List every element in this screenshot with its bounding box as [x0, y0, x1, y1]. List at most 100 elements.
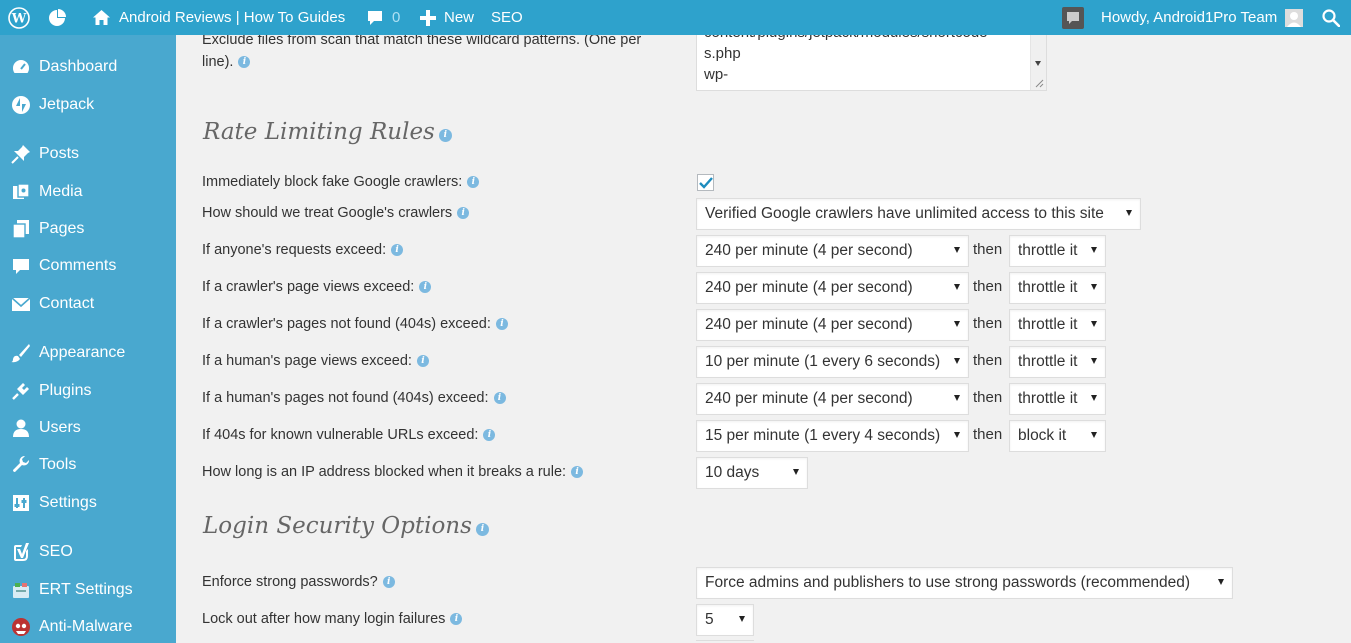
anyone-requests-action-select[interactable]: throttle it	[1009, 235, 1106, 267]
sidebar-item-dashboard[interactable]: Dashboard	[0, 48, 176, 85]
stats-icon[interactable]	[47, 0, 67, 35]
notifications-icon[interactable]	[1062, 0, 1084, 35]
sidebar-item-media[interactable]: Media	[0, 173, 176, 210]
block-fake-google-checkbox[interactable]	[697, 174, 714, 191]
comments-link[interactable]: 0	[366, 0, 400, 35]
then-label: then	[973, 315, 1003, 332]
sidebar-item-settings[interactable]: Settings	[0, 484, 176, 521]
label-text: How should we treat Google's crawlers	[202, 205, 453, 221]
lockout-failures-select[interactable]: 5	[696, 604, 754, 636]
info-icon[interactable]: i	[495, 318, 508, 330]
main-content: Exclude files from scan that match these…	[176, 35, 1351, 643]
info-icon[interactable]: i	[467, 176, 480, 188]
info-icon[interactable]: i	[450, 613, 463, 625]
ert-icon	[10, 579, 32, 601]
avatar	[1285, 8, 1304, 27]
chevron-down-icon	[739, 616, 745, 622]
sidebar-item-seo[interactable]: SEO	[0, 533, 176, 570]
anyone-requests-label: If anyone's requests exceed: i	[202, 242, 404, 258]
crawler-404s-action-select[interactable]: throttle it	[1009, 309, 1106, 341]
info-icon[interactable]: i	[571, 466, 584, 478]
info-icon[interactable]: i	[493, 392, 506, 404]
sidebar-item-label: SEO	[39, 542, 73, 560]
site-name-link[interactable]: Android Reviews | How To Guides	[92, 0, 345, 35]
info-icon[interactable]: i	[391, 244, 404, 256]
scroll-down-arrow-icon[interactable]	[1035, 61, 1041, 66]
sidebar-item-label: Settings	[39, 493, 97, 511]
rate-limiting-section-title: Rate Limiting Rules i	[203, 119, 452, 145]
select-value: 10 days	[705, 464, 760, 481]
sidebar-item-pages[interactable]: Pages	[0, 210, 176, 247]
sidebar-item-label: Comments	[39, 256, 117, 274]
brush-icon	[10, 342, 32, 364]
crawler-pageviews-select[interactable]: 240 per minute (4 per second)	[696, 272, 969, 304]
crawler-404s-select[interactable]: 240 per minute (4 per second)	[696, 309, 969, 341]
crawler-pageviews-action-select[interactable]: throttle it	[1009, 272, 1106, 304]
label-text: How long is an IP address blocked when i…	[202, 464, 567, 480]
sidebar-item-tools[interactable]: Tools	[0, 446, 176, 483]
human-404s-action-select[interactable]: throttle it	[1009, 383, 1106, 415]
label-text: If a human's page views exceed:	[202, 353, 412, 369]
resize-handle-icon[interactable]	[1034, 78, 1044, 88]
select-value: Force admins and publishers to use stron…	[705, 574, 1191, 591]
admin-sidebar: Dashboard Jetpack Posts Media Pages Comm…	[0, 35, 176, 643]
sidebar-item-comments[interactable]: Comments	[0, 247, 176, 284]
info-icon[interactable]: i	[238, 56, 251, 68]
sidebar-item-label: Pages	[39, 219, 85, 237]
vulnerable-urls-action-select[interactable]: block it	[1009, 420, 1106, 452]
select-value: block it	[1018, 427, 1067, 444]
chevron-down-icon	[954, 284, 960, 290]
strong-passwords-select[interactable]: Force admins and publishers to use stron…	[696, 567, 1233, 599]
select-value: 240 per minute (4 per second)	[705, 316, 913, 333]
chevron-down-icon	[1091, 395, 1097, 401]
sidebar-item-contact[interactable]: Contact	[0, 285, 176, 322]
block-duration-label: How long is an IP address blocked when i…	[202, 464, 584, 480]
info-icon[interactable]: i	[475, 522, 489, 536]
then-label: then	[973, 426, 1003, 443]
google-crawlers-select[interactable]: Verified Google crawlers have unlimited …	[696, 198, 1141, 230]
select-value: 240 per minute (4 per second)	[705, 390, 913, 407]
anyone-requests-select[interactable]: 240 per minute (4 per second)	[696, 235, 969, 267]
human-pageviews-action-select[interactable]: throttle it	[1009, 346, 1106, 378]
info-icon[interactable]: i	[483, 429, 496, 441]
lockout-failures-label: Lock out after how many login failures i	[202, 611, 463, 627]
vulnerable-urls-select[interactable]: 15 per minute (1 every 4 seconds)	[696, 420, 969, 452]
sidebar-item-label: Appearance	[39, 343, 126, 361]
pages-icon	[10, 218, 32, 240]
sidebar-item-users[interactable]: Users	[0, 409, 176, 446]
my-account-link[interactable]: Howdy, Android1Pro Team	[1101, 0, 1304, 35]
info-icon[interactable]: i	[457, 207, 470, 219]
dashboard-icon	[10, 56, 32, 78]
chevron-down-icon	[1091, 247, 1097, 253]
info-icon[interactable]: i	[382, 576, 395, 588]
sidebar-item-plugins[interactable]: Plugins	[0, 372, 176, 409]
block-fake-google-label: Immediately block fake Google crawlers: i	[202, 174, 480, 190]
block-duration-select[interactable]: 10 days	[696, 457, 808, 489]
exclude-patterns-textarea[interactable]: content/plugins/jetpack/modules/shortcod…	[696, 35, 1047, 91]
label-text: If a crawler's pages not found (404s) ex…	[202, 316, 491, 332]
sidebar-item-posts[interactable]: Posts	[0, 135, 176, 172]
sidebar-item-appearance[interactable]: Appearance	[0, 334, 176, 371]
new-content-link[interactable]: New	[420, 0, 474, 35]
mail-icon	[10, 293, 32, 315]
search-icon[interactable]	[1322, 0, 1340, 35]
select-value: throttle it	[1018, 279, 1078, 296]
sidebar-item-label: Media	[39, 182, 83, 200]
chevron-down-icon	[1091, 284, 1097, 290]
wordpress-logo-icon[interactable]: W	[8, 0, 30, 35]
info-icon[interactable]: i	[438, 128, 452, 142]
human-pageviews-select[interactable]: 10 per minute (1 every 6 seconds)	[696, 346, 969, 378]
info-icon[interactable]: i	[416, 355, 429, 367]
sidebar-item-label: Users	[39, 418, 81, 436]
sidebar-item-anti-malware[interactable]: Anti-Malware	[0, 608, 176, 643]
seo-link[interactable]: SEO	[491, 0, 523, 35]
info-icon[interactable]: i	[419, 281, 432, 293]
human-404s-select[interactable]: 240 per minute (4 per second)	[696, 383, 969, 415]
sidebar-item-jetpack[interactable]: Jetpack	[0, 86, 176, 123]
exclude-files-label-line2: line).	[202, 54, 234, 70]
select-value: throttle it	[1018, 353, 1078, 370]
sidebar-item-ert-settings[interactable]: ERT Settings	[0, 571, 176, 608]
select-value: 10 per minute (1 every 6 seconds)	[705, 353, 941, 370]
pin-icon	[10, 143, 32, 165]
sidebar-item-label: Posts	[39, 144, 80, 162]
